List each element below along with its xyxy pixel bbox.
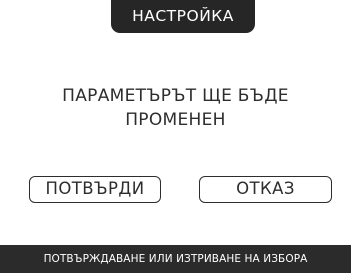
confirmation-dialog: ПАРАМЕТЪРЪТ ЩЕ БЪДЕ ПРОМЕНЕН ПОТВЪРДИ ОТ… bbox=[0, 33, 351, 245]
cancel-button[interactable]: ОТКАЗ bbox=[199, 176, 332, 203]
confirm-button[interactable]: ПОТВЪРДИ bbox=[29, 176, 161, 203]
page-title: НАСТРОЙКА bbox=[111, 0, 255, 33]
settings-screen: НАСТРОЙКА ПАРАМЕТЪРЪТ ЩЕ БЪДЕ ПРОМЕНЕН П… bbox=[0, 0, 351, 269]
dialog-message: ПАРАМЕТЪРЪТ ЩЕ БЪДЕ ПРОМЕНЕН bbox=[62, 86, 289, 130]
title-bar: НАСТРОЙКА bbox=[0, 0, 351, 33]
footer-hint: ПОТВЪРЖДАВАНЕ ИЛИ ИЗТРИВАНЕ НА ИЗБОРА bbox=[0, 245, 351, 269]
